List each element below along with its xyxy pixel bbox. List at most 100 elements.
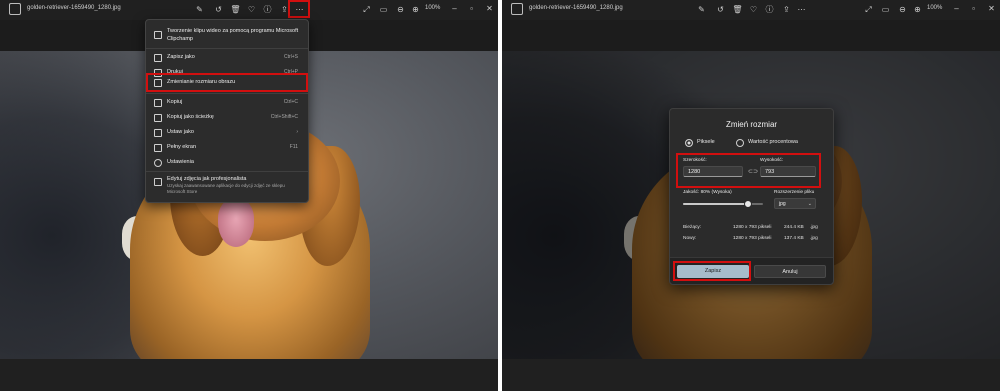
- more-options-menu: Tworzenie klipu wideo za pomocą programu…: [145, 19, 309, 203]
- minimize-button[interactable]: –: [449, 3, 460, 15]
- menu-item-fullscreen[interactable]: Pełny ekran F11: [146, 140, 308, 155]
- minimize-button[interactable]: –: [951, 3, 962, 15]
- cancel-button[interactable]: Anuluj: [754, 265, 826, 278]
- more-icon[interactable]: ⋯: [293, 3, 306, 16]
- edit-icon[interactable]: ✎: [193, 3, 206, 16]
- radio-pixels-label: Piksele: [697, 139, 715, 145]
- bottom-bar: [0, 359, 498, 391]
- menu-sublabel: Uzyskaj zaawansowane aplikacje do edycji…: [167, 183, 285, 188]
- menu-label: Edytuj zdjęcia jak profesjonalista: [167, 176, 247, 182]
- bottom-bar: [502, 359, 1000, 391]
- app-icon: [511, 3, 523, 15]
- zoom-in-icon[interactable]: ⊕: [409, 3, 422, 16]
- video-icon: [154, 31, 162, 39]
- menu-label: Ustawienia: [167, 159, 194, 165]
- menu-label: Kopiuj jako ścieżkę: [167, 114, 214, 120]
- menu-label: Tworzenie klipu wideo za pomocą programu…: [167, 28, 299, 34]
- menu-item-copy-path[interactable]: Kopiuj jako ścieżkę Ctrl+Shift+C: [146, 110, 308, 125]
- link-aspect-icon[interactable]: ⊂⊃: [748, 168, 758, 175]
- resize-icon: [154, 79, 162, 87]
- title-bar: golden-retriever-1659490_1280.jpg ✎ ↺ 🗑 …: [0, 0, 498, 20]
- new-dimensions: 1280 x 793 pikseli: [733, 236, 772, 241]
- menu-item-pro-editing[interactable]: Edytuj zdjęcia jak profesjonalista Uzysk…: [146, 174, 308, 200]
- quality-slider-fill: [683, 203, 747, 205]
- delete-icon[interactable]: 🗑: [731, 3, 744, 16]
- expand-icon[interactable]: ⤢: [862, 3, 875, 16]
- save-button[interactable]: Zapisz: [677, 265, 749, 278]
- info-icon[interactable]: ⓘ: [763, 3, 776, 16]
- close-button[interactable]: ✕: [484, 3, 495, 15]
- info-icon[interactable]: ⓘ: [261, 3, 274, 16]
- divider: [146, 48, 308, 49]
- menu-item-settings[interactable]: Ustawienia: [146, 155, 308, 170]
- menu-shortcut: Ctrl+Shift+C: [270, 114, 298, 120]
- divider: [146, 171, 308, 172]
- share-icon[interactable]: ⇪: [780, 3, 793, 16]
- new-extension: .jpg: [810, 236, 818, 241]
- maximize-button[interactable]: ▫: [968, 3, 979, 15]
- copy-path-icon: [154, 114, 162, 122]
- menu-label: Pełny ekran: [167, 144, 197, 150]
- maximize-button[interactable]: ▫: [466, 3, 477, 15]
- zoom-in-icon[interactable]: ⊕: [911, 3, 924, 16]
- chevron-down-icon: ⌄: [807, 201, 812, 207]
- window-title: golden-retriever-1659490_1280.jpg: [27, 5, 121, 11]
- expand-icon[interactable]: ⤢: [360, 3, 373, 16]
- extension-value: jpg: [779, 201, 786, 207]
- width-field[interactable]: 1280: [683, 166, 743, 177]
- fullscreen-icon: [154, 144, 162, 152]
- title-bar: golden-retriever-1659490_1280.jpg ✎ ↺ 🗑 …: [502, 0, 1000, 20]
- share-icon[interactable]: ⇪: [278, 3, 291, 16]
- height-field[interactable]: 793: [760, 166, 816, 177]
- rotate-icon[interactable]: ↺: [212, 3, 225, 16]
- menu-shortcut: Ctrl+S: [283, 54, 298, 60]
- fit-icon[interactable]: ▭: [879, 3, 892, 16]
- gear-icon: [154, 159, 162, 167]
- favorite-icon[interactable]: ♡: [245, 3, 258, 16]
- resize-dialog: Zmień rozmiar Piksele Wartość procentowa…: [669, 108, 834, 285]
- dialog-title: Zmień rozmiar: [725, 120, 778, 129]
- new-label: Nowy:: [683, 236, 697, 241]
- menu-item-clipchamp[interactable]: Tworzenie klipu wideo za pomocą programu…: [146, 25, 308, 47]
- quality-label: Jakość: 80% (Wysoka): [683, 190, 732, 195]
- zoom-level: 100%: [425, 5, 441, 11]
- rotate-icon[interactable]: ↺: [714, 3, 727, 16]
- zoom-out-icon[interactable]: ⊖: [394, 3, 407, 16]
- more-icon[interactable]: ⋯: [795, 3, 808, 16]
- fit-icon[interactable]: ▭: [377, 3, 390, 16]
- radio-percent-label: Wartość procentowa: [748, 139, 798, 145]
- current-label: Bieżący:: [683, 225, 702, 230]
- radio-percent[interactable]: [736, 139, 744, 147]
- menu-label: Zmienianie rozmiaru obrazu: [167, 79, 236, 85]
- current-dimensions: 1280 x 793 pikseli: [733, 225, 772, 230]
- photos-window-left: golden-retriever-1659490_1280.jpg ✎ ↺ 🗑 …: [0, 0, 498, 391]
- new-size: 137.4 KB: [784, 236, 804, 241]
- current-extension: .jpg: [810, 225, 818, 230]
- copy-icon: [154, 99, 162, 107]
- menu-item-copy[interactable]: Kopiuj Ctrl+C: [146, 95, 308, 110]
- window-title: golden-retriever-1659490_1280.jpg: [529, 5, 623, 11]
- menu-shortcut: F11: [289, 144, 298, 150]
- edit-icon[interactable]: ✎: [695, 3, 708, 16]
- quality-slider-thumb[interactable]: [744, 200, 752, 208]
- dialog-footer: Zapisz Anuluj: [670, 257, 833, 284]
- zoom-out-icon[interactable]: ⊖: [896, 3, 909, 16]
- zoom-level: 100%: [927, 5, 943, 11]
- chevron-right-icon: ›: [296, 129, 298, 135]
- current-size: 244.4 KB: [784, 225, 804, 230]
- favorite-icon[interactable]: ♡: [747, 3, 760, 16]
- save-icon: [154, 54, 162, 62]
- menu-item-set-as[interactable]: Ustaw jako ›: [146, 125, 308, 140]
- extension-select[interactable]: jpg ⌄: [774, 198, 816, 209]
- menu-item-resize[interactable]: Zmienianie rozmiaru obrazu: [146, 73, 308, 92]
- divider: [146, 93, 308, 94]
- delete-icon[interactable]: 🗑: [229, 3, 242, 16]
- height-label: Wysokość:: [760, 158, 784, 163]
- menu-item-save-as[interactable]: Zapisz jako Ctrl+S: [146, 50, 308, 65]
- close-button[interactable]: ✕: [986, 3, 997, 15]
- extension-label: Rozszerzenie pliku: [774, 190, 815, 195]
- menu-label: Clipchamp: [167, 36, 193, 42]
- menu-label: Ustaw jako: [167, 129, 194, 135]
- radio-pixels[interactable]: [685, 139, 693, 147]
- app-icon: [9, 3, 21, 15]
